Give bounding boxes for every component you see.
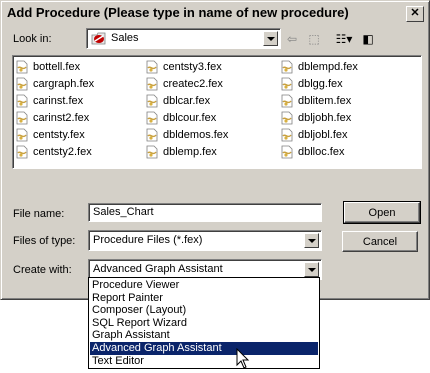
file-name-label: File name: bbox=[13, 208, 65, 220]
cancel-button[interactable]: Cancel bbox=[342, 231, 418, 252]
file-item[interactable]: dbldemos.fex bbox=[146, 127, 228, 143]
file-name: centsty3.fex bbox=[163, 61, 222, 74]
file-item[interactable]: cargraph.fex bbox=[16, 76, 94, 92]
fex-file-icon bbox=[146, 111, 159, 125]
file-name: carinst.fex bbox=[33, 95, 84, 108]
look-in-combo[interactable]: Sales bbox=[86, 28, 281, 49]
file-name: centsty.fex bbox=[33, 129, 85, 142]
fex-file-icon bbox=[281, 111, 294, 125]
files-of-type-label: Files of type: bbox=[13, 235, 76, 247]
mouse-pointer-icon bbox=[236, 347, 250, 373]
create-with-dropdown-button[interactable] bbox=[304, 262, 319, 277]
add-procedure-dialog: Add Procedure (Please type in name of ne… bbox=[0, 0, 430, 300]
file-item[interactable]: bottell.fex bbox=[16, 59, 80, 75]
file-item[interactable]: dblgg.fex bbox=[281, 76, 343, 92]
file-name: bottell.fex bbox=[33, 61, 81, 74]
file-item[interactable]: carinst.fex bbox=[16, 93, 83, 109]
create-with-value: Advanced Graph Assistant bbox=[93, 263, 223, 275]
file-item[interactable]: dblcour.fex bbox=[146, 110, 216, 126]
sales-folder-icon bbox=[91, 31, 107, 49]
look-in-label: Look in: bbox=[13, 33, 52, 45]
fex-file-icon bbox=[146, 77, 159, 91]
file-item[interactable]: carinst2.fex bbox=[16, 110, 89, 126]
file-name: centsty2.fex bbox=[33, 146, 92, 159]
create-with-options-list[interactable]: Procedure Viewer Report Painter Composer (… bbox=[88, 277, 320, 369]
create-with-option[interactable]: Composer (Layout) bbox=[90, 304, 318, 317]
create-with-option[interactable]: Procedure Viewer bbox=[90, 279, 318, 292]
file-item[interactable]: dblloc.fex bbox=[281, 144, 344, 160]
fex-file-icon bbox=[281, 94, 294, 108]
file-name-input[interactable]: Sales_Chart bbox=[88, 203, 322, 222]
details-icon[interactable]: ◧ bbox=[360, 30, 376, 48]
file-item[interactable]: dbljobl.fex bbox=[281, 127, 348, 143]
view-menu-icon[interactable]: ☷▾ bbox=[332, 30, 356, 48]
file-name: cargraph.fex bbox=[33, 78, 95, 91]
fex-file-icon bbox=[16, 145, 29, 159]
file-item[interactable]: dblempd.fex bbox=[281, 59, 358, 75]
fex-file-icon bbox=[146, 60, 159, 74]
create-with-option[interactable]: SQL Report Wizard bbox=[90, 317, 318, 330]
fex-file-icon bbox=[16, 94, 29, 108]
back-icon[interactable]: ⇦ bbox=[284, 30, 300, 48]
look-in-value: Sales bbox=[111, 32, 139, 44]
open-button[interactable]: Open bbox=[343, 201, 421, 224]
fex-file-icon bbox=[146, 94, 159, 108]
create-with-option[interactable]: Graph Assistant bbox=[90, 329, 318, 342]
fex-file-icon bbox=[281, 77, 294, 91]
fex-file-icon bbox=[281, 60, 294, 74]
create-with-option[interactable]: Advanced Graph Assistant bbox=[90, 342, 318, 355]
file-name: dbljobl.fex bbox=[298, 129, 348, 142]
fex-file-icon bbox=[16, 60, 29, 74]
look-in-dropdown-button[interactable] bbox=[263, 31, 278, 46]
file-item[interactable]: dblemp.fex bbox=[146, 144, 217, 160]
title-bar: Add Procedure (Please type in name of ne… bbox=[4, 4, 426, 22]
file-item[interactable]: createc2.fex bbox=[146, 76, 223, 92]
fex-file-icon bbox=[146, 145, 159, 159]
file-item[interactable]: dblitem.fex bbox=[281, 93, 351, 109]
file-name: dblloc.fex bbox=[298, 146, 345, 159]
file-name: dblcour.fex bbox=[163, 112, 217, 125]
files-of-type-value: Procedure Files (*.fex) bbox=[93, 234, 203, 246]
dialog-title: Add Procedure (Please type in name of ne… bbox=[7, 5, 349, 20]
files-of-type-dropdown-button[interactable] bbox=[304, 233, 319, 248]
file-name-value: Sales_Chart bbox=[93, 206, 154, 218]
up-folder-icon[interactable]: ⬚ bbox=[306, 30, 322, 48]
file-name: dblcar.fex bbox=[163, 95, 211, 108]
file-name: carinst2.fex bbox=[33, 112, 90, 125]
file-item[interactable]: dbljobh.fex bbox=[281, 110, 351, 126]
files-of-type-combo[interactable]: Procedure Files (*.fex) bbox=[88, 230, 322, 251]
fex-file-icon bbox=[16, 77, 29, 91]
file-name: dblempd.fex bbox=[298, 61, 358, 74]
file-name: dbldemos.fex bbox=[163, 129, 229, 142]
file-item[interactable]: centsty2.fex bbox=[16, 144, 92, 160]
file-name: dblgg.fex bbox=[298, 78, 343, 91]
file-item[interactable]: centsty.fex bbox=[16, 127, 85, 143]
create-with-option[interactable]: Report Painter bbox=[90, 292, 318, 305]
file-item[interactable]: dblcar.fex bbox=[146, 93, 210, 109]
file-name: dblemp.fex bbox=[163, 146, 217, 159]
file-item[interactable]: centsty3.fex bbox=[146, 59, 222, 75]
file-name: dbljobh.fex bbox=[298, 112, 352, 125]
fex-file-icon bbox=[16, 111, 29, 125]
fex-file-icon bbox=[16, 128, 29, 142]
fex-file-icon bbox=[281, 145, 294, 159]
file-list[interactable]: bottell.fex cargraph.fex carinst.fex carins… bbox=[12, 55, 422, 169]
file-name: dblitem.fex bbox=[298, 95, 352, 108]
fex-file-icon bbox=[146, 128, 159, 142]
create-with-label: Create with: bbox=[13, 264, 72, 276]
close-button[interactable]: ✕ bbox=[406, 6, 424, 22]
fex-file-icon bbox=[281, 128, 294, 142]
create-with-option[interactable]: Text Editor bbox=[90, 355, 318, 368]
file-name: createc2.fex bbox=[163, 78, 223, 91]
